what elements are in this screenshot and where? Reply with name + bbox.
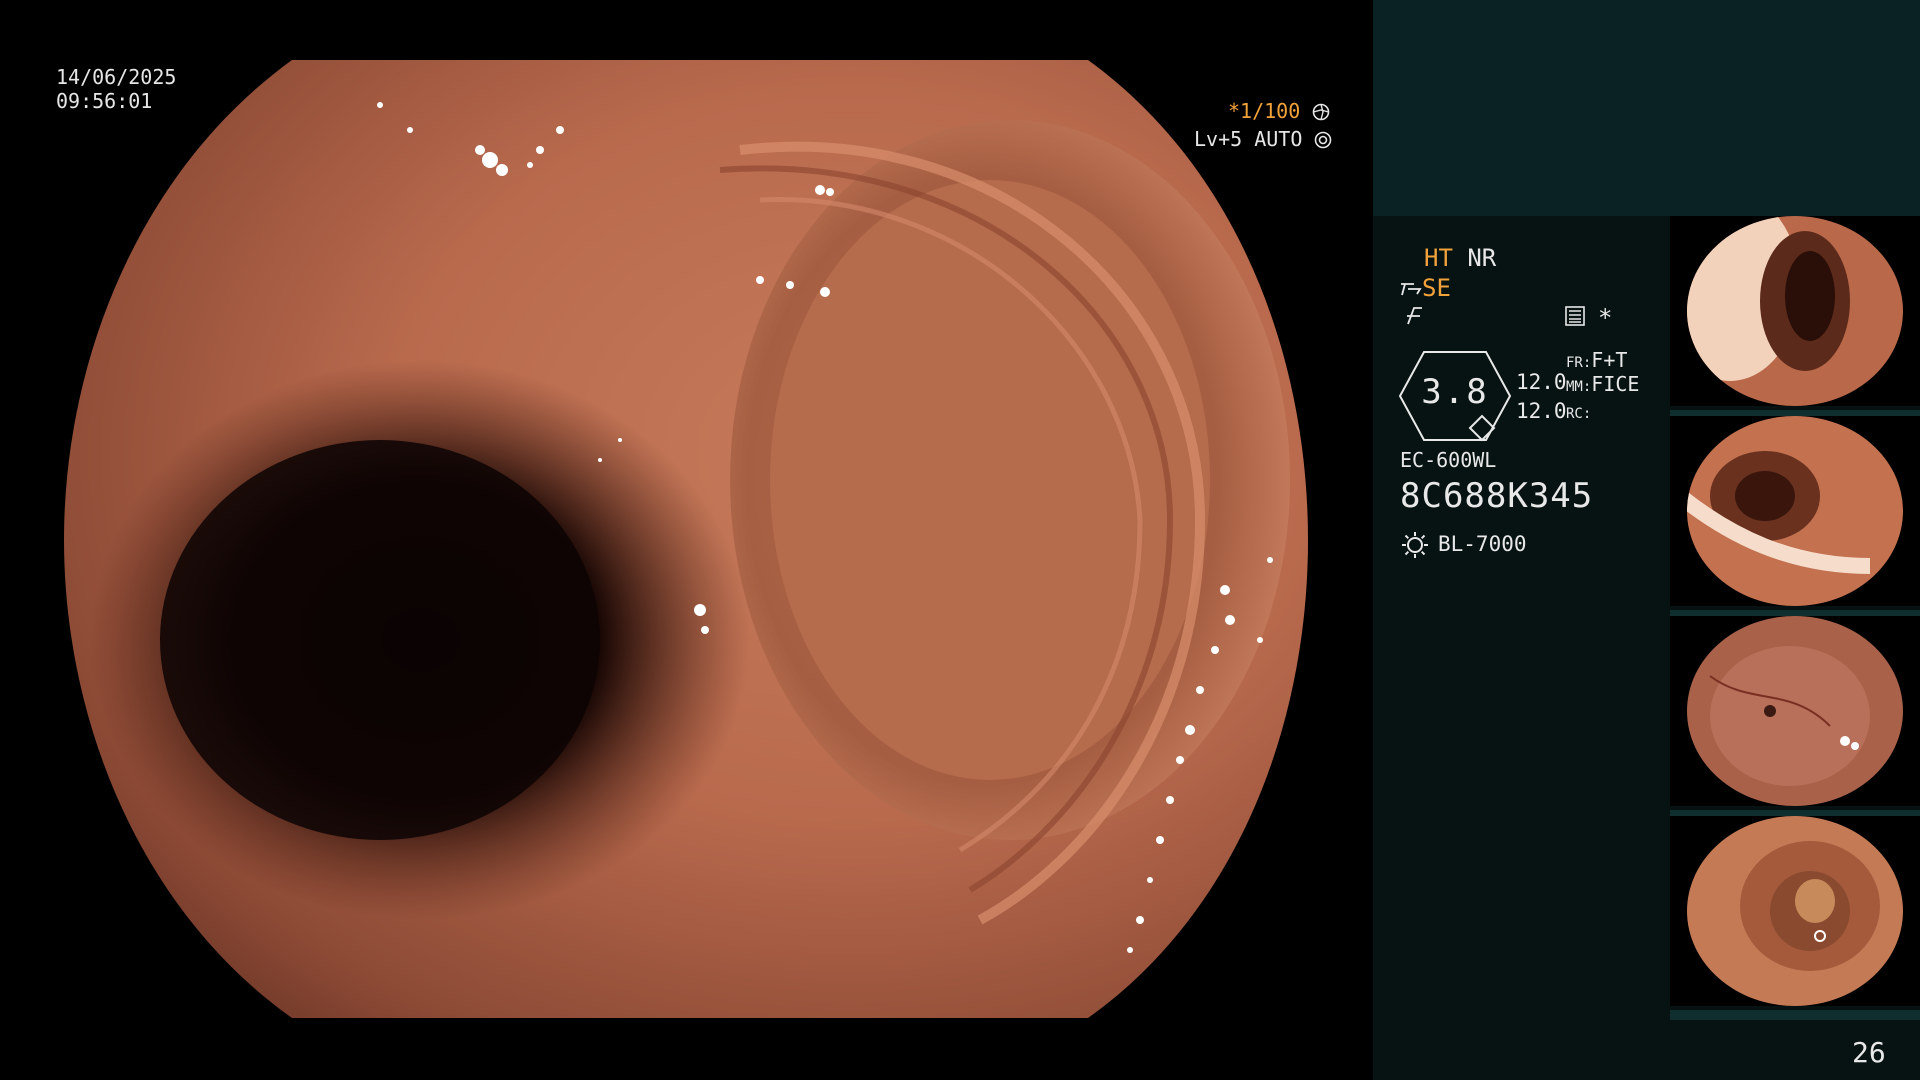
- iris-icon: [1312, 103, 1330, 121]
- bars-icon: [1565, 306, 1585, 330]
- thumbnail-3-image: [1670, 616, 1920, 806]
- level-readout: Lv+5 AUTO: [1194, 126, 1332, 152]
- thumbnail-1-image: [1670, 216, 1920, 406]
- brightness-level: Lv+5: [1194, 127, 1243, 151]
- rc-label: RC:: [1566, 406, 1592, 422]
- fr-value: F+T: [1591, 348, 1628, 372]
- thumbnail-4-bar: [1670, 1010, 1920, 1020]
- page-number: 26: [1852, 1036, 1886, 1069]
- edge-icon: [1404, 306, 1426, 332]
- scope-model: EC-600WL: [1400, 448, 1497, 472]
- light-source-label: BL-7000: [1438, 532, 1527, 556]
- zoom-value: 3.8: [1421, 372, 1489, 412]
- top-panel: [1373, 0, 1920, 216]
- nr-label: NR: [1467, 244, 1497, 272]
- rc-line: RC:: [1566, 399, 1591, 423]
- date-label: 14/06/2025: [56, 65, 177, 89]
- mm-value: FICE: [1591, 372, 1640, 396]
- thumbnail-2-image: [1670, 416, 1920, 606]
- shutter-readout: *1/100: [1228, 98, 1330, 124]
- scope-serial: 8C688K345: [1400, 476, 1594, 516]
- shutter-speed: *1/100: [1228, 99, 1301, 123]
- time-label: 09:56:01: [56, 89, 153, 113]
- thumbnail-1[interactable]: [1670, 216, 1920, 420]
- auto-iris-icon: [1315, 131, 1332, 149]
- thumbnail-4[interactable]: [1670, 816, 1920, 1020]
- se-line: SE: [1400, 274, 1451, 302]
- iris-mode: AUTO: [1254, 127, 1303, 151]
- fr-label: FR:: [1566, 355, 1592, 371]
- endoscopic-image: [64, 60, 1308, 1018]
- ht-label: HT: [1424, 244, 1453, 272]
- light-source-icon: [1402, 532, 1428, 558]
- asterisk-marker: *: [1598, 304, 1613, 332]
- value-1: 12.0: [1516, 370, 1567, 394]
- se-label: SE: [1422, 274, 1451, 302]
- fr-line: FR:F+T: [1566, 348, 1627, 372]
- mm-label: MM:: [1566, 379, 1592, 395]
- value-2: 12.0: [1516, 399, 1567, 423]
- thumbnail-2[interactable]: [1670, 416, 1920, 620]
- thumbnail-3[interactable]: [1670, 616, 1920, 820]
- structure-enhance-icon: [1401, 283, 1422, 296]
- thumbnail-4-image: [1670, 816, 1920, 1006]
- ht-nr-line: HT NR: [1424, 244, 1496, 272]
- main-endoscope-view: 14/06/2025 09:56:01 *1/100 Lv+5 AUTO: [0, 0, 1372, 1080]
- mm-line: MM:FICE: [1566, 372, 1639, 396]
